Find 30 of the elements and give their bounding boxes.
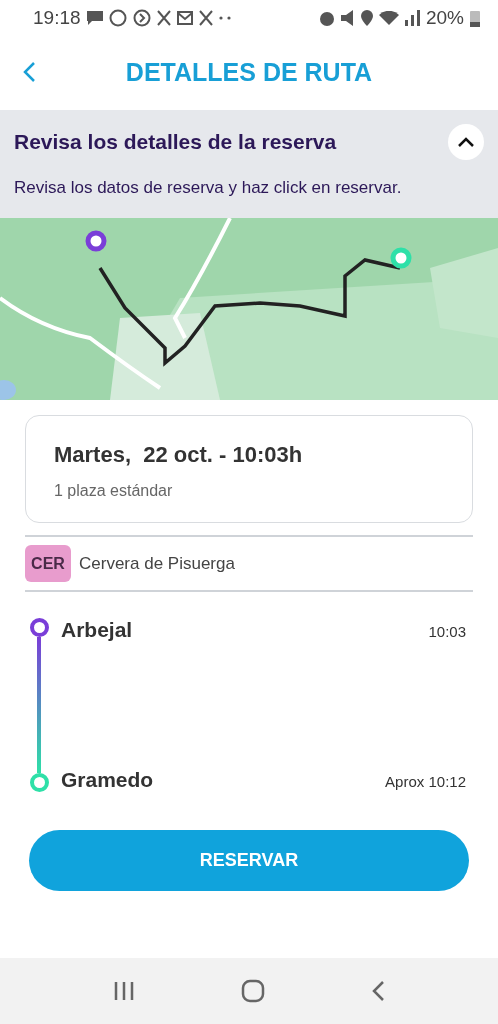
home-icon	[241, 979, 265, 1003]
mute-icon	[340, 9, 355, 26]
more-icon	[218, 15, 231, 20]
message-icon	[86, 10, 103, 25]
page-title: DETALLES DE RUTA	[125, 58, 373, 87]
operator-name: Cervera de Pisuerga	[79, 553, 235, 574]
chevron-icon	[457, 136, 475, 148]
x-icon	[198, 9, 213, 26]
reserve-button[interactable]: RESERVAR	[29, 830, 469, 891]
status-time: 19:18	[33, 6, 81, 29]
mail-icon	[176, 10, 193, 25]
stop-time: 10:03	[428, 623, 466, 640]
trip-date: Martes, 22 oct. - 10:03h	[54, 442, 304, 468]
signal-icon	[404, 9, 420, 26]
recent-apps-icon	[113, 981, 135, 1001]
x-icon	[156, 9, 171, 26]
operator-badge: CER	[25, 545, 71, 582]
collapse-button[interactable]	[448, 124, 484, 160]
back-icon	[22, 61, 36, 83]
battery-icon	[470, 8, 480, 27]
back-icon	[371, 980, 385, 1002]
location-icon	[360, 9, 373, 26]
notice-title: Revisa los detalles de la reserva	[14, 130, 337, 154]
battery-percent: 20%	[425, 6, 464, 29]
stop-time: Aprox 10:12	[385, 773, 466, 790]
wifi-icon	[378, 10, 399, 25]
seat-count: 1 plaza estándar	[54, 482, 174, 500]
stop-name: Arbejal	[61, 618, 133, 642]
notice-text: Revisa los datos de reserva y haz click en reservar.	[14, 178, 403, 198]
stop-name: Gramedo	[61, 768, 154, 792]
